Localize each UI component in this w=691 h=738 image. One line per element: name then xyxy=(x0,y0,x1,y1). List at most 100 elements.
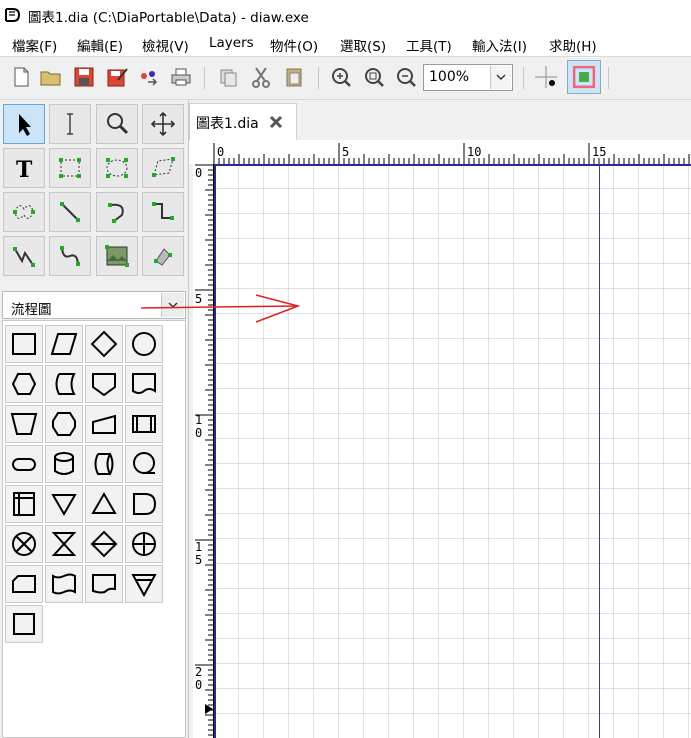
tab-diagram[interactable]: 圖表1.dia xyxy=(189,103,297,140)
toolbox-panel: T 流程圖 xyxy=(0,100,189,738)
direct-storage-shape-icon[interactable] xyxy=(85,445,123,483)
menu-layers[interactable]: Layers xyxy=(209,35,254,51)
zoom-in-icon[interactable] xyxy=(328,64,354,90)
copy-icon[interactable] xyxy=(215,64,241,90)
v-ruler-label: 15 xyxy=(195,540,203,567)
menu-edit[interactable]: 編輯(E) xyxy=(77,35,123,55)
decision-shape-icon[interactable] xyxy=(85,325,123,363)
page-border-left xyxy=(214,164,216,738)
card-shape-icon[interactable] xyxy=(5,565,43,603)
v-ruler-label: 10 xyxy=(195,413,203,440)
manual-input-shape-icon[interactable] xyxy=(85,405,123,443)
sort-shape-icon[interactable] xyxy=(85,525,123,563)
move-icon xyxy=(150,111,176,137)
horizontal-ruler-ticks xyxy=(213,143,690,164)
collate-shape-icon[interactable] xyxy=(45,525,83,563)
sequential-storage-shape-icon[interactable] xyxy=(125,445,163,483)
menu-file[interactable]: 檔案(F) xyxy=(12,35,57,55)
toolbar xyxy=(0,57,691,100)
menu-select[interactable]: 選取(S) xyxy=(340,35,386,55)
close-icon[interactable] xyxy=(268,114,284,130)
toolbar-separator xyxy=(608,67,609,89)
display-shape-icon[interactable] xyxy=(85,565,123,603)
preparation-shape-icon[interactable] xyxy=(5,365,43,403)
pointer-icon xyxy=(19,114,31,136)
connector-shape-icon[interactable] xyxy=(125,325,163,363)
offpage-shape-icon[interactable] xyxy=(85,365,123,403)
print-icon[interactable] xyxy=(168,64,194,90)
polyline-tool[interactable] xyxy=(3,236,45,276)
manual-operation-shape-icon[interactable] xyxy=(5,405,43,443)
annotation-shape-icon[interactable] xyxy=(5,605,43,643)
ellipse-tool[interactable] xyxy=(96,148,138,188)
menu-view[interactable]: 檢視(V) xyxy=(142,35,189,55)
toolbar-separator xyxy=(318,67,319,89)
text-tool[interactable]: T xyxy=(3,148,45,188)
extract-shape-icon[interactable] xyxy=(85,485,123,523)
merge-shape-icon[interactable] xyxy=(45,485,83,523)
zoom-fit-icon[interactable] xyxy=(361,64,387,90)
internal-storage-shape-icon[interactable] xyxy=(5,485,43,523)
h-ruler-label: 0 xyxy=(217,145,225,159)
menu-objects[interactable]: 物件(O) xyxy=(270,35,318,55)
menu-tools[interactable]: 工具(T) xyxy=(406,35,452,55)
save-as-icon[interactable] xyxy=(104,64,130,90)
magnifier-icon xyxy=(107,113,129,135)
zigzag-line-icon xyxy=(152,202,174,220)
magnify-tool[interactable] xyxy=(96,104,138,144)
diagram-tab-bar: 圖表1.dia xyxy=(189,100,691,140)
process-shape-icon[interactable] xyxy=(5,325,43,363)
arc-tool[interactable] xyxy=(96,192,138,232)
stored-data-shape-icon[interactable] xyxy=(45,365,83,403)
hexagon-shape-icon[interactable] xyxy=(45,405,83,443)
zoom-combo[interactable] xyxy=(423,64,513,91)
beziergon-tool[interactable] xyxy=(3,192,45,232)
export-icon[interactable] xyxy=(136,64,162,90)
ruler-corner xyxy=(189,140,213,164)
chevron-down-icon[interactable] xyxy=(490,66,511,89)
data-shape-icon[interactable] xyxy=(45,325,83,363)
h-ruler-label: 10 xyxy=(467,145,482,159)
bezier-line-tool[interactable] xyxy=(49,236,91,276)
terminal-shape-icon[interactable] xyxy=(5,445,43,483)
new-file-icon[interactable] xyxy=(8,64,34,90)
merge-storage-shape-icon[interactable] xyxy=(125,565,163,603)
menu-input-method[interactable]: 輸入法(I) xyxy=(472,35,527,55)
image-icon xyxy=(105,245,129,267)
summing-junction-shape-icon[interactable] xyxy=(5,525,43,563)
snap-to-grid-icon[interactable] xyxy=(533,64,559,90)
magnetic-disk-shape-icon[interactable] xyxy=(45,445,83,483)
or-shape-icon[interactable] xyxy=(125,525,163,563)
text-icon: T xyxy=(16,157,33,183)
scroll-tool[interactable] xyxy=(142,104,184,144)
pointer-tool[interactable] xyxy=(3,104,45,144)
cut-icon[interactable] xyxy=(248,64,274,90)
line-tool[interactable] xyxy=(49,192,91,232)
menu-help[interactable]: 求助(H) xyxy=(549,35,597,55)
arc-icon xyxy=(108,203,124,223)
menu-bar: 檔案(F) 編輯(E) 檢視(V) Layers 物件(O) 選取(S) 工具(… xyxy=(0,30,691,57)
paste-icon[interactable] xyxy=(281,64,307,90)
text-edit-tool[interactable] xyxy=(49,104,91,144)
save-icon[interactable] xyxy=(71,64,97,90)
outline-tool[interactable] xyxy=(142,236,184,276)
delay-shape-icon[interactable] xyxy=(125,485,163,523)
bezier-line-icon xyxy=(60,246,80,266)
tab-label: 圖表1.dia xyxy=(196,116,259,132)
zoom-out-icon[interactable] xyxy=(393,64,419,90)
open-folder-icon[interactable] xyxy=(38,64,64,90)
snap-to-objects-icon[interactable] xyxy=(567,60,601,94)
image-tool[interactable] xyxy=(96,236,138,276)
punched-tape-shape-icon[interactable] xyxy=(45,565,83,603)
document-shape-icon[interactable] xyxy=(125,365,163,403)
title-bar: 圖表1.dia (C:\DiaPortable\Data) - diaw.exe xyxy=(0,0,691,30)
predefined-process-shape-icon[interactable] xyxy=(125,405,163,443)
v-ruler-label: 0 xyxy=(195,166,203,180)
diagram-canvas[interactable] xyxy=(214,164,691,738)
polygon-tool[interactable] xyxy=(142,148,184,188)
zigzag-line-tool[interactable] xyxy=(142,192,184,232)
toolbar-separator xyxy=(523,67,524,89)
polygon-icon xyxy=(152,157,175,177)
zoom-input[interactable] xyxy=(424,65,489,89)
box-tool[interactable] xyxy=(49,148,91,188)
